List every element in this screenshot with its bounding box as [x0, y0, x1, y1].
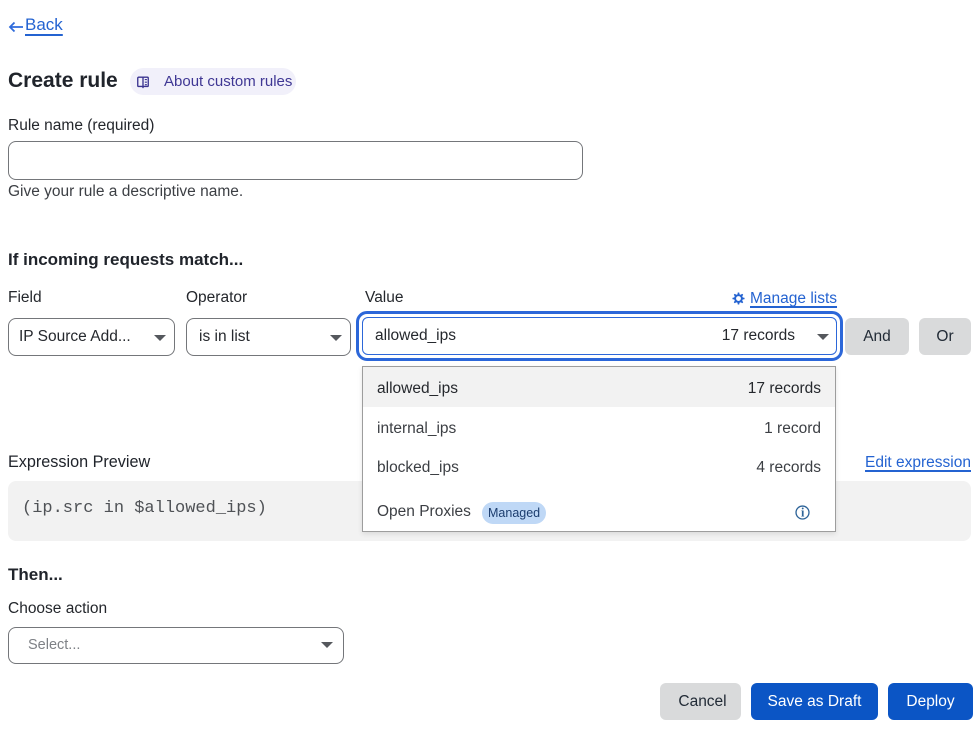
svg-text:i: i: [801, 506, 805, 520]
